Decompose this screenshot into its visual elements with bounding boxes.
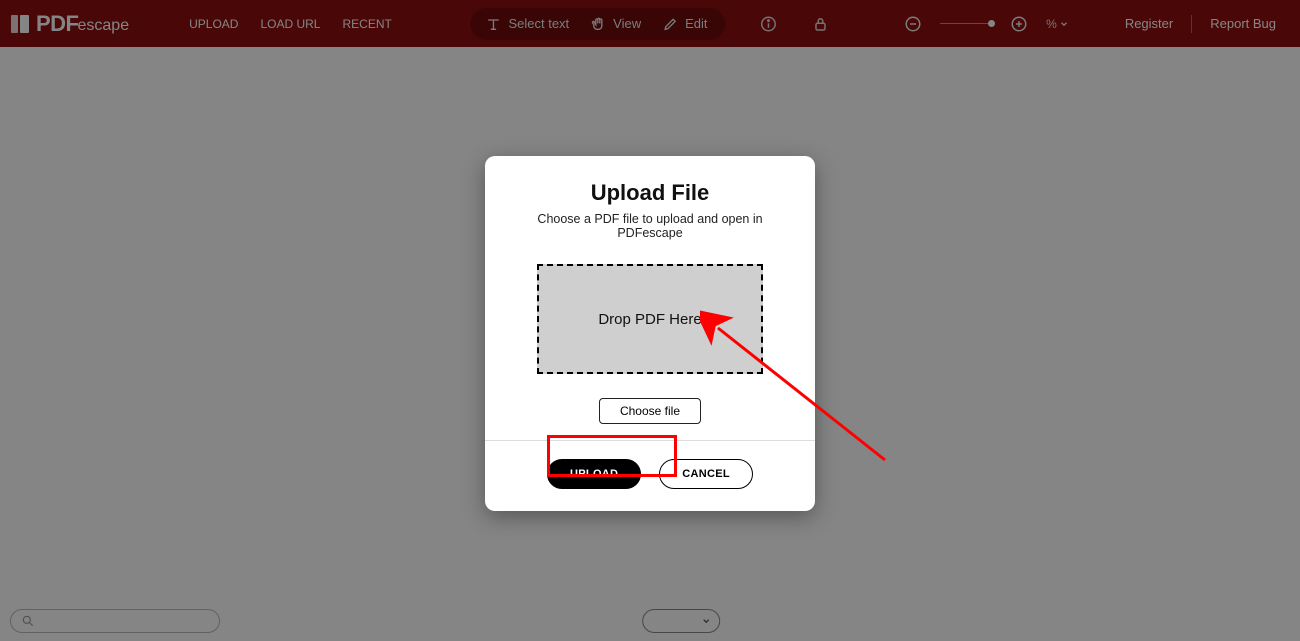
upload-button[interactable]: UPLOAD [547,459,641,489]
modal-footer: UPLOAD CANCEL [485,440,815,511]
app-root: PDF escape UPLOAD LOAD URL RECENT Select… [0,0,1300,641]
cancel-button[interactable]: CANCEL [659,459,753,489]
modal-body: Upload File Choose a PDF file to upload … [485,156,815,440]
modal-subtitle: Choose a PDF file to upload and open in … [507,212,793,240]
dropzone-label: Drop PDF Here [598,311,701,328]
upload-modal: Upload File Choose a PDF file to upload … [485,156,815,511]
modal-title: Upload File [507,180,793,206]
dropzone[interactable]: Drop PDF Here [537,264,763,374]
choose-file-button[interactable]: Choose file [599,398,701,424]
